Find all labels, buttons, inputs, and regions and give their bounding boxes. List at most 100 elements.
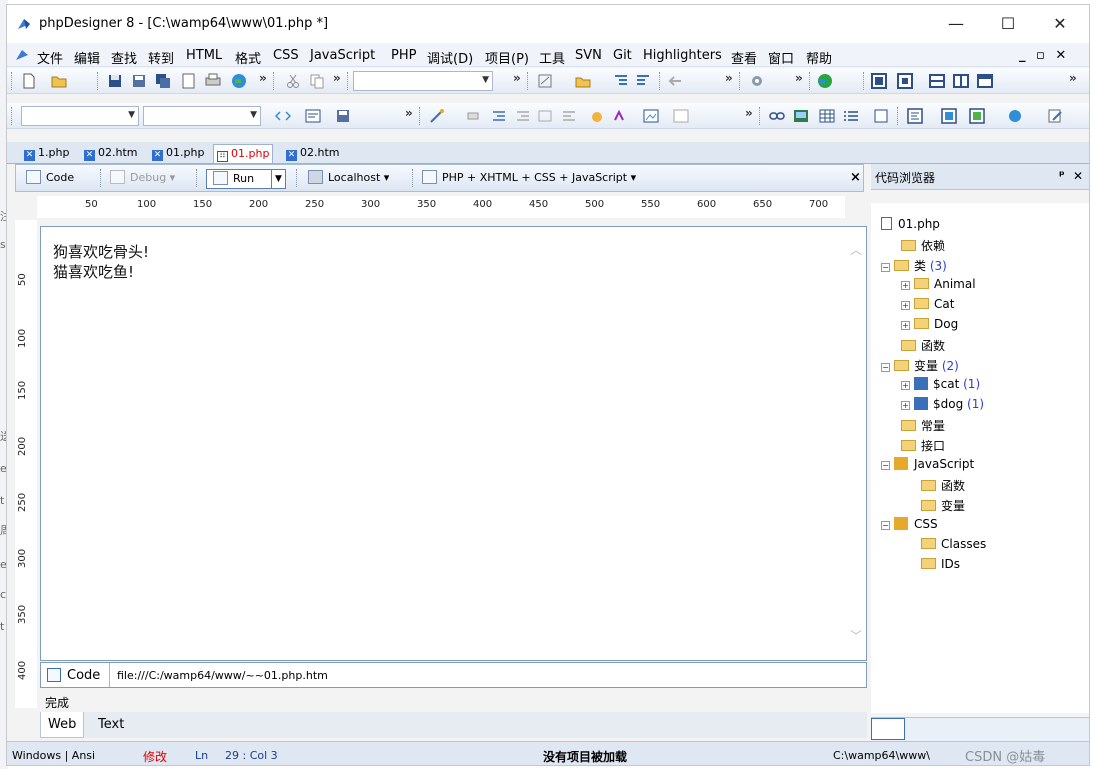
collapse-icon[interactable]: −: [881, 363, 890, 372]
close-tab-icon[interactable]: ✕: [152, 150, 163, 161]
code-bar-button[interactable]: Code: [67, 668, 100, 683]
link-icon[interactable]: [769, 108, 785, 124]
tree-node-js-functions[interactable]: 函数: [921, 477, 965, 494]
split-vertical-icon[interactable]: [953, 73, 969, 89]
menu-git[interactable]: Git: [613, 48, 632, 63]
menu-format[interactable]: 格式: [235, 48, 261, 67]
toolbar-overflow-icon[interactable]: »: [725, 71, 733, 85]
menu-svn[interactable]: SVN: [575, 48, 602, 63]
pin-icon[interactable]: ᵖ: [1059, 168, 1065, 182]
tree-node-var-cat[interactable]: + $cat (1): [901, 377, 980, 391]
document-menu-icon[interactable]: [15, 48, 29, 62]
export-icon[interactable]: [673, 108, 689, 124]
toolbar-overflow-icon[interactable]: »: [513, 71, 521, 85]
tree-node-classes[interactable]: − 类 (3): [881, 257, 947, 274]
div-icon[interactable]: [873, 108, 889, 124]
scroll-thumb[interactable]: [871, 718, 905, 740]
menu-tools[interactable]: 工具: [539, 48, 565, 67]
print-preview-icon[interactable]: [181, 73, 197, 89]
cut-icon[interactable]: [285, 73, 301, 89]
toolbar-overflow-icon[interactable]: »: [405, 106, 413, 120]
close-tab-icon[interactable]: ✕: [286, 150, 297, 161]
tree-node-js-variables[interactable]: 变量: [921, 497, 965, 514]
outdent-icon[interactable]: [635, 73, 651, 89]
tree-node-css-ids[interactable]: IDs: [921, 557, 960, 571]
toolbar-combo-1[interactable]: ▼: [353, 71, 493, 91]
globe-icon[interactable]: [817, 73, 833, 89]
expand-icon[interactable]: +: [901, 301, 910, 310]
expand-icon[interactable]: +: [901, 281, 910, 290]
menu-file[interactable]: 文件: [37, 48, 63, 67]
tab-text[interactable]: Text: [98, 717, 124, 732]
insert-image-icon[interactable]: [793, 108, 809, 124]
close-editor-button[interactable]: ×: [850, 169, 861, 189]
tree-node-file[interactable]: 01.php: [881, 217, 940, 231]
run-button[interactable]: Run ▼: [206, 169, 286, 189]
preview-icon[interactable]: [941, 108, 957, 124]
code-snippet-icon[interactable]: [275, 108, 291, 124]
scroll-down-icon[interactable]: ﹀: [850, 627, 862, 644]
tree-node-css[interactable]: − CSS: [881, 517, 938, 531]
tab-1-php[interactable]: ✕ 1.php: [21, 144, 72, 163]
publish-icon[interactable]: [1007, 108, 1023, 124]
menu-goto[interactable]: 转到: [148, 48, 174, 67]
syntax-button[interactable]: PHP + XHTML + CSS + JavaScript ▾: [422, 169, 636, 189]
indent-icon[interactable]: [613, 73, 629, 89]
expand-icon[interactable]: +: [901, 381, 910, 390]
save-all-icon[interactable]: [131, 73, 147, 89]
menu-css[interactable]: CSS: [273, 48, 299, 63]
maximize-button[interactable]: ☐: [985, 5, 1031, 43]
template-icon[interactable]: [305, 108, 321, 124]
minimize-button[interactable]: —: [933, 5, 979, 43]
list-icon[interactable]: [843, 108, 859, 124]
image-icon[interactable]: [643, 108, 659, 124]
panel-horizontal-scrollbar[interactable]: [871, 717, 1089, 741]
tab-02-htm[interactable]: ✕ 02.htm: [81, 144, 141, 163]
tab-01-php-active[interactable]: ⠿ 01.php: [213, 144, 274, 163]
menu-debug[interactable]: 调试(D): [427, 48, 473, 67]
expand-icon[interactable]: +: [901, 401, 910, 410]
menu-highlighters[interactable]: Highlighters: [643, 48, 722, 63]
tree-node-constants[interactable]: 常量: [901, 417, 945, 434]
tree-node-var-dog[interactable]: + $dog (1): [901, 397, 984, 411]
save-as-icon[interactable]: [155, 73, 171, 89]
menu-help[interactable]: 帮助: [806, 48, 832, 67]
print-icon[interactable]: [205, 73, 221, 89]
tab-01-php[interactable]: ✕ 01.php: [149, 144, 207, 163]
tree-node-class-animal[interactable]: + Animal: [901, 277, 976, 291]
code-mode-button[interactable]: Code: [26, 169, 74, 189]
menu-edit[interactable]: 编辑: [74, 48, 100, 67]
eraser-icon[interactable]: [465, 108, 481, 124]
browser-preview-icon[interactable]: [231, 73, 247, 89]
layout-icon-2[interactable]: [897, 73, 913, 89]
tree-node-functions[interactable]: 函数: [901, 337, 945, 354]
toolbar-overflow-icon[interactable]: »: [745, 106, 753, 120]
collapse-icon[interactable]: −: [881, 263, 890, 272]
tools-gear-icon[interactable]: [749, 73, 765, 89]
tree-node-class-dog[interactable]: + Dog: [901, 317, 958, 331]
block-uncomment-icon[interactable]: [561, 108, 577, 124]
collapse-icon[interactable]: −: [881, 521, 890, 530]
save-icon[interactable]: [107, 73, 123, 89]
preview-area[interactable]: 狗喜欢吃骨头! 猫喜欢吃鱼!: [40, 226, 867, 661]
menu-window[interactable]: 窗口: [768, 48, 794, 67]
block-comment-icon[interactable]: [537, 108, 553, 124]
tab-02-htm-2[interactable]: ✕ 02.htm: [283, 144, 343, 163]
open-folder-icon[interactable]: [51, 73, 67, 89]
edit-settings-icon[interactable]: [1047, 108, 1063, 124]
table-icon[interactable]: [819, 108, 835, 124]
close-window-button[interactable]: ✕: [1037, 5, 1083, 43]
tree-node-javascript[interactable]: − JavaScript: [881, 457, 974, 471]
menu-javascript[interactable]: JavaScript: [310, 48, 375, 63]
toolbar-overflow-icon[interactable]: »: [259, 71, 267, 85]
folder-tools-icon[interactable]: [575, 73, 591, 89]
layout-icon-1[interactable]: [871, 73, 887, 89]
back-arrow-icon[interactable]: [667, 73, 683, 89]
localhost-button[interactable]: Localhost ▾: [308, 169, 389, 189]
close-tab-icon[interactable]: ✕: [24, 150, 35, 161]
run-dropdown-icon[interactable]: ▼: [271, 170, 285, 188]
menu-view[interactable]: 查看: [731, 48, 757, 67]
hand-icon[interactable]: [589, 108, 605, 124]
vertical-scrollbar[interactable]: ︿ ﹀: [846, 227, 866, 660]
tree-node-class-cat[interactable]: + Cat: [901, 297, 954, 311]
